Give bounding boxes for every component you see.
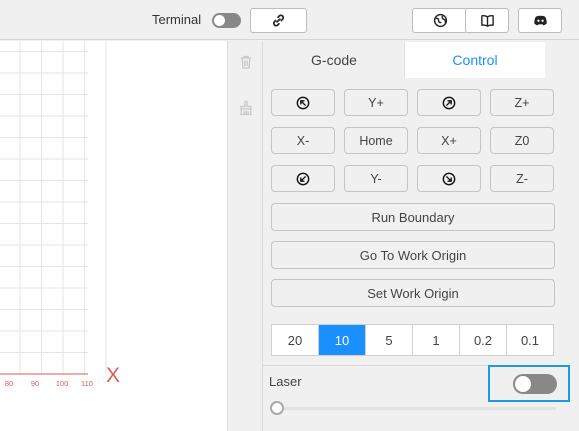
laser-power-slider-track[interactable] [276, 407, 556, 410]
top-bar: Terminal [0, 0, 579, 40]
x-axis-label: X [106, 364, 120, 387]
jog-z-plus-button[interactable]: Z+ [490, 89, 554, 116]
tab-gcode[interactable]: G-code [264, 42, 405, 78]
jog-up-left-button[interactable] [271, 89, 335, 116]
jog-down-left-button[interactable] [271, 165, 335, 192]
panel-scrollbar[interactable] [569, 41, 579, 431]
arrow-up-left-icon [296, 96, 310, 109]
arrow-down-right-icon [442, 172, 456, 185]
arrow-up-right-icon [442, 96, 456, 109]
workspace-canvas[interactable]: 80 90 100 110 X [0, 41, 227, 431]
tool-strip [227, 41, 263, 431]
step-option-selected[interactable]: 10 [319, 325, 366, 355]
grid: 80 90 100 110 X [0, 41, 120, 388]
link-icon [273, 14, 284, 27]
x-tick-label: 110 [81, 379, 93, 388]
laser-toggle-highlight [488, 365, 570, 402]
terminal-label: Terminal [152, 12, 202, 27]
arrow-down-left-icon [296, 172, 310, 185]
brush-icon[interactable] [238, 100, 254, 116]
website-button[interactable] [412, 8, 468, 33]
step-option[interactable]: 20 [272, 325, 319, 355]
step-option[interactable]: 1 [413, 325, 460, 355]
jog-up-right-button[interactable] [417, 89, 481, 116]
panel-tabs: G-code Control [264, 42, 545, 78]
discord-icon [533, 15, 547, 26]
x-tick-label: 100 [56, 379, 69, 388]
discord-button[interactable] [518, 8, 562, 33]
step-option[interactable]: 5 [366, 325, 413, 355]
jog-z-minus-button[interactable]: Z- [490, 165, 554, 192]
jog-y-plus-button[interactable]: Y+ [344, 89, 408, 116]
terminal-toggle[interactable] [212, 13, 241, 28]
terminal-toggle-knob [214, 15, 225, 26]
control-body: Y+ Z+ X- Home X+ Z0 Y- Z- Run Boundary G… [263, 79, 563, 364]
x-tick-label: 90 [31, 379, 39, 388]
globe-icon [433, 13, 447, 28]
z-zero-button[interactable]: Z0 [490, 127, 554, 154]
step-size-selector: 20 10 5 1 0.2 0.1 [271, 324, 554, 356]
laser-power-slider-handle[interactable] [270, 401, 284, 415]
go-to-work-origin-button[interactable]: Go To Work Origin [271, 241, 555, 269]
laser-label: Laser [269, 374, 302, 389]
run-boundary-button[interactable]: Run Boundary [271, 203, 555, 231]
jog-down-right-button[interactable] [417, 165, 481, 192]
x-tick-label: 80 [5, 379, 13, 388]
book-icon [480, 14, 494, 27]
docs-button[interactable] [465, 8, 509, 33]
trash-icon[interactable] [238, 54, 254, 70]
jog-x-minus-button[interactable]: X- [271, 127, 335, 154]
step-option[interactable]: 0.1 [507, 325, 553, 355]
jog-y-minus-button[interactable]: Y- [344, 165, 408, 192]
step-option[interactable]: 0.2 [460, 325, 507, 355]
laser-toggle[interactable] [513, 374, 557, 394]
control-panel: G-code Control Y+ Z+ X- Home X+ Z0 Y- Z-… [263, 41, 579, 431]
jog-x-plus-button[interactable]: X+ [417, 127, 481, 154]
laser-toggle-knob [515, 376, 531, 392]
tab-control[interactable]: Control [405, 42, 545, 78]
set-work-origin-button[interactable]: Set Work Origin [271, 279, 555, 307]
home-button[interactable]: Home [344, 127, 408, 154]
connect-button[interactable] [250, 8, 307, 33]
